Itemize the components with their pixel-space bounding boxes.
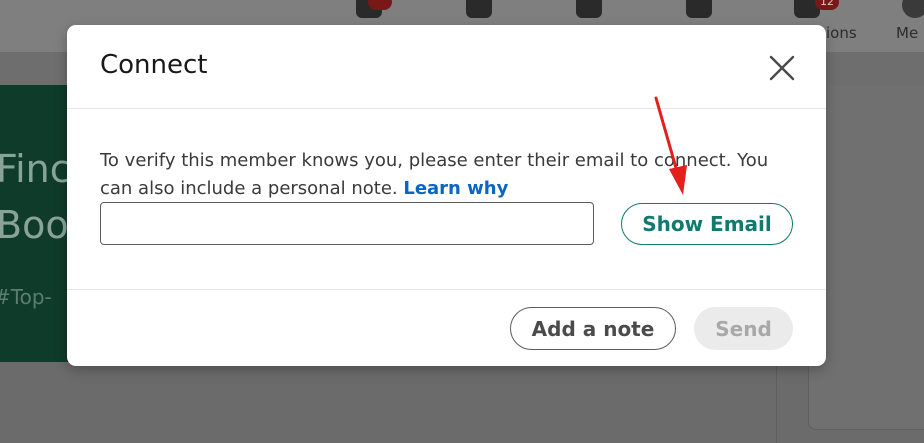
modal-title: Connect — [100, 50, 208, 80]
add-note-button[interactable]: Add a note — [510, 307, 676, 350]
close-button[interactable] — [767, 53, 797, 83]
messaging-icon[interactable] — [686, 0, 712, 18]
modal-body: To verify this member knows you, please … — [100, 147, 800, 203]
modal-header: Connect — [67, 25, 826, 109]
me-label[interactable]: Me — [896, 24, 918, 42]
background-banner: Finc Boo #Top- — [0, 85, 70, 362]
notifications-label[interactable]: ions — [826, 24, 857, 42]
close-icon — [769, 55, 795, 81]
send-button: Send — [694, 307, 793, 350]
verify-message: To verify this member knows you, please … — [100, 147, 790, 203]
modal-footer: Add a note Send — [67, 289, 826, 366]
learn-why-link[interactable]: Learn why — [403, 178, 508, 199]
background-divider — [776, 366, 777, 443]
network-icon[interactable] — [466, 0, 492, 18]
jobs-icon[interactable] — [576, 0, 602, 18]
banner-tag: #Top- — [0, 285, 52, 309]
email-input[interactable] — [100, 202, 594, 245]
connect-modal: Connect To verify this member knows you,… — [67, 25, 826, 366]
home-badge — [368, 0, 392, 10]
notifications-badge: 12 — [815, 0, 839, 10]
avatar[interactable] — [902, 0, 924, 18]
banner-line-2: Boo — [0, 203, 69, 247]
show-email-button[interactable]: Show Email — [621, 203, 793, 245]
banner-line-1: Finc — [0, 147, 70, 191]
